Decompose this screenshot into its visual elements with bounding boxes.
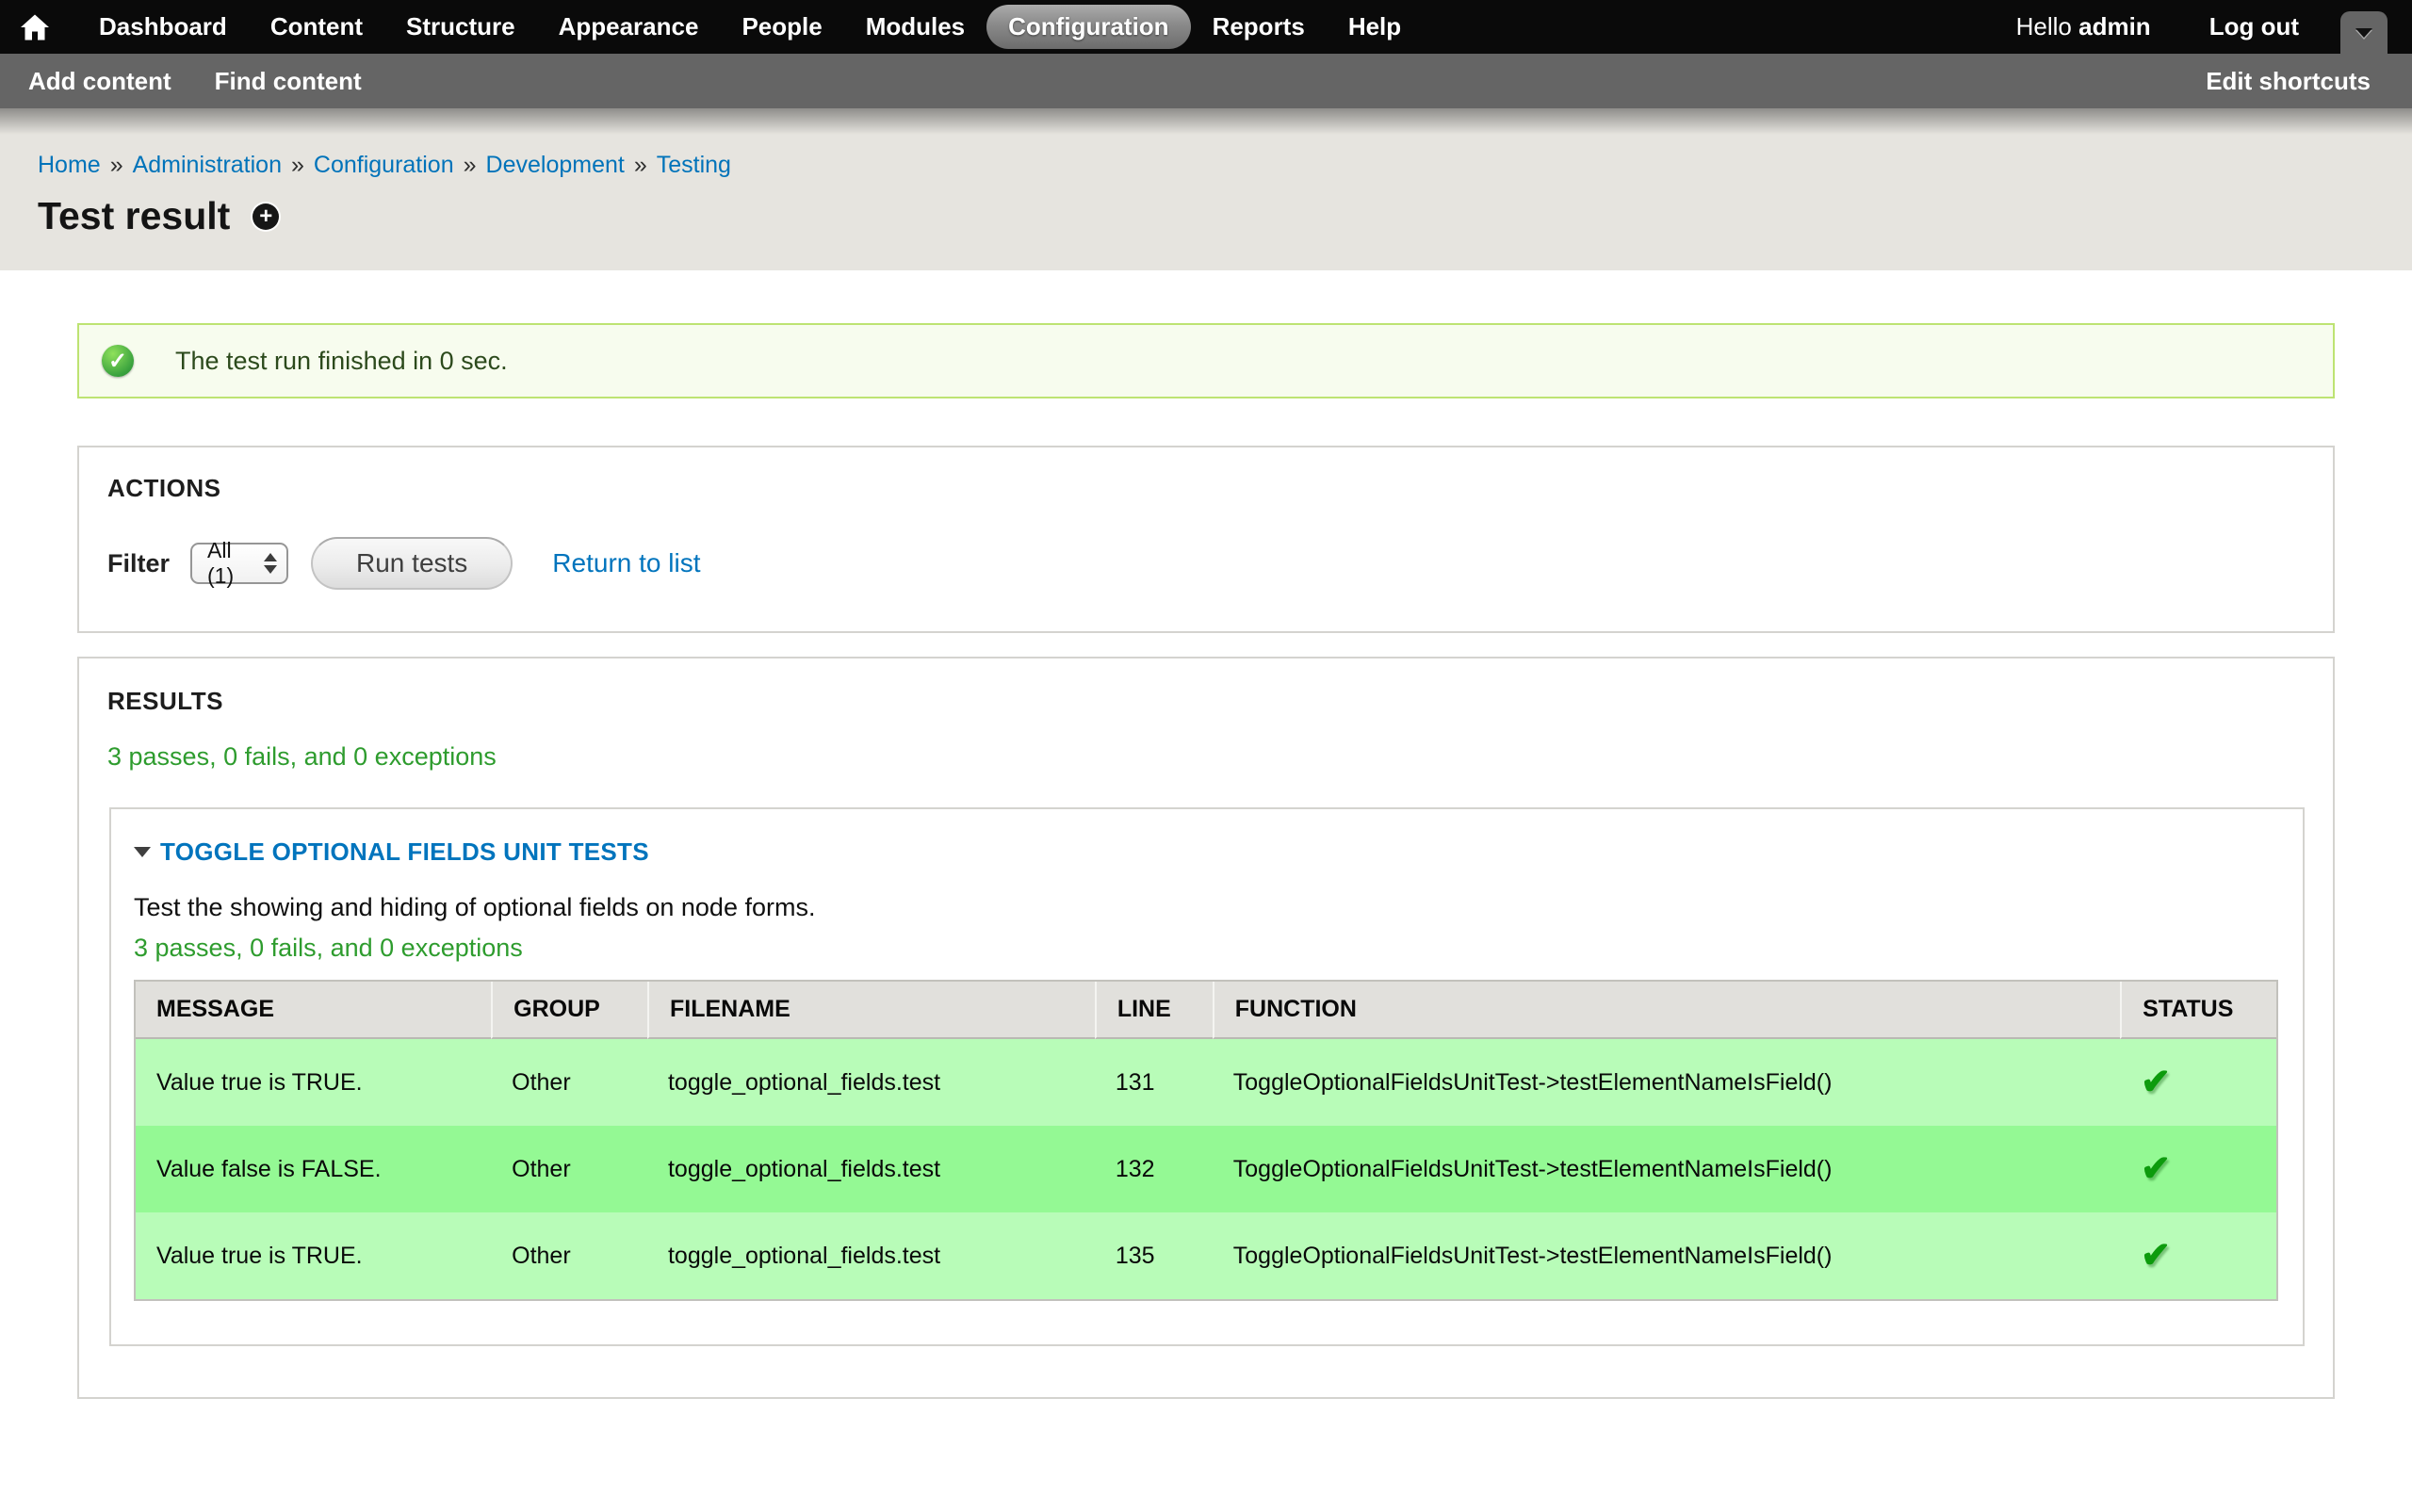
username-link[interactable]: admin (2078, 12, 2151, 41)
column-header-filename: FILENAME (647, 982, 1095, 1039)
cell-function: ToggleOptionalFieldsUnitTest->testElemen… (1213, 1126, 2120, 1212)
home-icon-glyph (21, 14, 49, 41)
status-message-text: The test run finished in 0 sec. (175, 347, 508, 376)
user-greeting: Hello admin (2016, 12, 2151, 41)
results-fieldset: RESULTS 3 passes, 0 fails, and 0 excepti… (77, 657, 2335, 1399)
collapse-arrow-icon (134, 847, 151, 857)
cell-message: Value true is TRUE. (136, 1212, 491, 1299)
column-header-group: GROUP (491, 982, 647, 1039)
status-ok-icon: ✓ (102, 345, 134, 377)
pass-check-icon: ✔ (2141, 1063, 2171, 1102)
toolbar-item-content[interactable]: Content (249, 5, 384, 49)
table-row: Value true is TRUE. Other toggle_optiona… (136, 1212, 2276, 1299)
column-header-message: MESSAGE (136, 982, 491, 1039)
cell-function: ToggleOptionalFieldsUnitTest->testElemen… (1213, 1039, 2120, 1126)
edit-shortcuts-link[interactable]: Edit shortcuts (2206, 67, 2371, 96)
cell-message: Value false is FALSE. (136, 1126, 491, 1212)
breadcrumb-separator: » (634, 152, 647, 178)
page-title: Test result (38, 194, 230, 238)
breadcrumb-separator: » (110, 152, 123, 178)
toolbar-item-configuration[interactable]: Configuration (986, 5, 1190, 49)
toolbar-user-area: Hello admin Log out (2016, 12, 2299, 41)
filter-label: Filter (107, 549, 170, 578)
cell-group: Other (491, 1039, 647, 1126)
select-arrows-icon (264, 553, 277, 574)
filter-select[interactable]: All (1) (190, 543, 288, 584)
table-row: Value false is FALSE. Other toggle_optio… (136, 1126, 2276, 1212)
breadcrumb-home[interactable]: Home (38, 152, 101, 178)
logout-link[interactable]: Log out (2209, 12, 2299, 41)
actions-legend: ACTIONS (107, 474, 2305, 503)
cell-line: 131 (1095, 1039, 1213, 1126)
results-legend: RESULTS (107, 687, 2308, 716)
cell-filename: toggle_optional_fields.test (647, 1126, 1095, 1212)
cell-line: 135 (1095, 1212, 1213, 1299)
test-group-summary: 3 passes, 0 fails, and 0 exceptions (134, 934, 2278, 963)
page-header: Home » Administration » Configuration » Develo… (0, 108, 2412, 270)
column-header-line: LINE (1095, 982, 1213, 1039)
pass-check-icon: ✔ (2141, 1236, 2171, 1276)
admin-toolbar: Dashboard Content Structure Appearance P… (0, 0, 2412, 54)
toolbar-item-modules[interactable]: Modules (844, 5, 986, 49)
cell-message: Value true is TRUE. (136, 1039, 491, 1126)
breadcrumb-configuration[interactable]: Configuration (314, 152, 454, 178)
cell-group: Other (491, 1126, 647, 1212)
home-icon[interactable] (21, 14, 49, 41)
shortcut-add-content[interactable]: Add content (28, 67, 171, 96)
breadcrumb: Home » Administration » Configuration » Develo… (38, 152, 2374, 179)
toolbar-drawer-toggle[interactable] (2340, 11, 2388, 54)
cell-group: Other (491, 1212, 647, 1299)
column-header-function: FUNCTION (1213, 982, 2120, 1039)
status-message: ✓ The test run finished in 0 sec. (77, 323, 2335, 398)
toolbar-item-people[interactable]: People (720, 5, 843, 49)
add-to-shortcuts-icon[interactable]: + (253, 203, 279, 230)
return-to-list-link[interactable]: Return to list (552, 548, 700, 578)
toolbar-menu: Dashboard Content Structure Appearance P… (77, 5, 1423, 49)
cell-line: 132 (1095, 1126, 1213, 1212)
test-group-fieldset: TOGGLE OPTIONAL FIELDS UNIT TESTS Test t… (109, 807, 2305, 1346)
actions-fieldset: ACTIONS Filter All (1) Run tests Return … (77, 446, 2335, 633)
test-results-table: MESSAGE GROUP FILENAME LINE FUNCTION STA… (134, 980, 2278, 1301)
toolbar-item-structure[interactable]: Structure (384, 5, 537, 49)
toolbar-item-dashboard[interactable]: Dashboard (77, 5, 249, 49)
shortcut-find-content[interactable]: Find content (215, 67, 362, 96)
table-row: Value true is TRUE. Other toggle_optiona… (136, 1039, 2276, 1126)
shortcut-bar: Add content Find content Edit shortcuts (0, 54, 2412, 108)
chevron-down-icon (2355, 28, 2372, 38)
toolbar-item-appearance[interactable]: Appearance (537, 5, 721, 49)
breadcrumb-separator: » (464, 152, 477, 178)
column-header-status: STATUS (2120, 982, 2276, 1039)
cell-function: ToggleOptionalFieldsUnitTest->testElemen… (1213, 1212, 2120, 1299)
toolbar-item-reports[interactable]: Reports (1191, 5, 1327, 49)
run-tests-button[interactable]: Run tests (311, 537, 513, 590)
breadcrumb-separator: » (291, 152, 304, 178)
breadcrumb-testing[interactable]: Testing (657, 152, 731, 178)
pass-check-icon: ✔ (2141, 1149, 2171, 1189)
breadcrumb-administration[interactable]: Administration (133, 152, 282, 178)
test-group-description: Test the showing and hiding of optional … (134, 893, 2278, 922)
greeting-prefix: Hello (2016, 12, 2078, 41)
table-header-row: MESSAGE GROUP FILENAME LINE FUNCTION STA… (136, 982, 2276, 1039)
test-group-title-link[interactable]: TOGGLE OPTIONAL FIELDS UNIT TESTS (160, 837, 649, 867)
breadcrumb-development[interactable]: Development (486, 152, 625, 178)
cell-filename: toggle_optional_fields.test (647, 1039, 1095, 1126)
results-summary: 3 passes, 0 fails, and 0 exceptions (107, 742, 2308, 772)
main-content: ✓ The test run finished in 0 sec. ACTION… (0, 270, 2412, 1512)
filter-select-value: All (1) (207, 538, 264, 589)
cell-filename: toggle_optional_fields.test (647, 1212, 1095, 1299)
toolbar-item-help[interactable]: Help (1327, 5, 1423, 49)
